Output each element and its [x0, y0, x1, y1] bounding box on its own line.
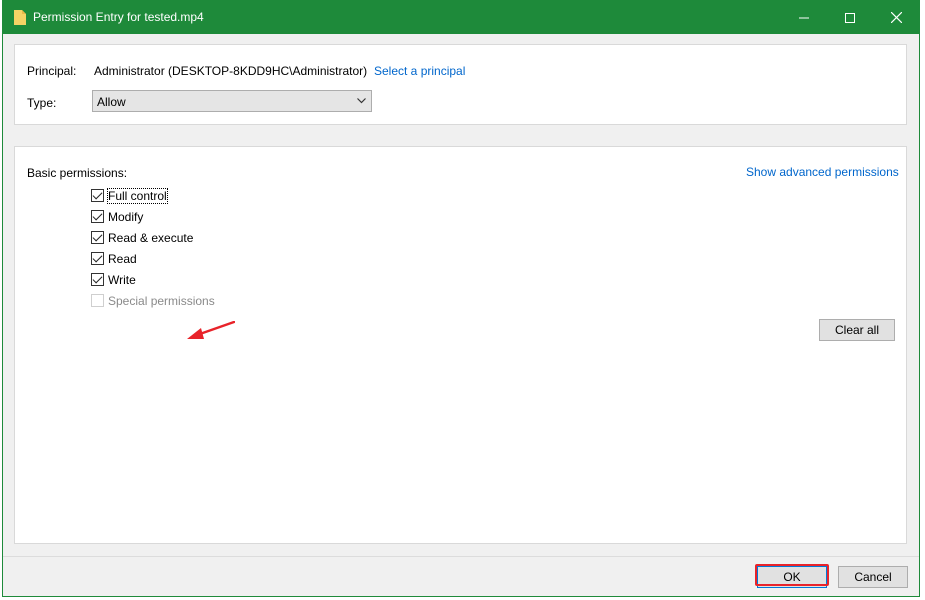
minimize-icon [799, 17, 809, 18]
chevron-down-icon [357, 98, 366, 104]
cancel-button[interactable]: Cancel [838, 566, 908, 588]
type-dropdown[interactable]: Allow [92, 90, 372, 112]
file-icon [14, 10, 26, 25]
show-advanced-permissions-link[interactable]: Show advanced permissions [746, 165, 899, 179]
permission-modify[interactable]: Modify [91, 208, 143, 225]
principal-value: Administrator (DESKTOP-8KDD9HC\Administr… [94, 64, 368, 78]
basic-permissions-heading: Basic permissions: [27, 166, 128, 180]
checkbox-icon [91, 294, 104, 307]
permission-special: Special permissions [91, 292, 215, 309]
select-principal-link[interactable]: Select a principal [374, 64, 465, 78]
permission-full-control[interactable]: Full control [91, 187, 168, 204]
maximize-icon [845, 12, 855, 23]
type-label: Type: [27, 96, 57, 110]
cancel-label: Cancel [854, 570, 892, 584]
window-title: Permission Entry for tested.mp4 [33, 10, 204, 24]
checkbox-icon[interactable] [91, 252, 104, 265]
type-selected-value: Allow [97, 95, 126, 109]
clear-all-button[interactable]: Clear all [819, 319, 895, 341]
close-icon [890, 12, 902, 23]
permission-label: Modify [108, 209, 144, 224]
permissions-panel: Basic permissions: Show advanced permiss… [14, 146, 907, 544]
permission-write[interactable]: Write [91, 271, 136, 288]
principal-label: Principal: [27, 64, 77, 78]
maximize-button[interactable] [827, 1, 873, 34]
title-bar[interactable]: Permission Entry for tested.mp4 [3, 1, 919, 34]
permission-read[interactable]: Read [91, 250, 137, 267]
permission-label: Write [108, 272, 136, 287]
permission-label: Full control [107, 187, 168, 204]
permission-label: Special permissions [108, 293, 215, 308]
permission-label: Read & execute [108, 230, 194, 245]
checkbox-icon[interactable] [91, 210, 104, 223]
ok-label: OK [783, 570, 801, 584]
checkbox-icon[interactable] [91, 231, 104, 244]
close-button[interactable] [873, 1, 919, 34]
permission-entry-window: Permission Entry for tested.mp4 Principa… [2, 0, 920, 597]
annotation-arrow-icon [187, 321, 235, 339]
permission-label: Read [108, 251, 137, 266]
minimize-button[interactable] [781, 1, 827, 34]
checkbox-icon[interactable] [91, 189, 104, 202]
ok-button[interactable]: OK [757, 566, 827, 588]
clear-all-label: Clear all [834, 323, 879, 337]
checkbox-icon[interactable] [91, 273, 104, 286]
permission-read-execute[interactable]: Read & execute [91, 229, 193, 246]
principal-panel: Principal: Administrator (DESKTOP-8KDD9H… [14, 44, 907, 125]
footer-divider [3, 556, 919, 557]
